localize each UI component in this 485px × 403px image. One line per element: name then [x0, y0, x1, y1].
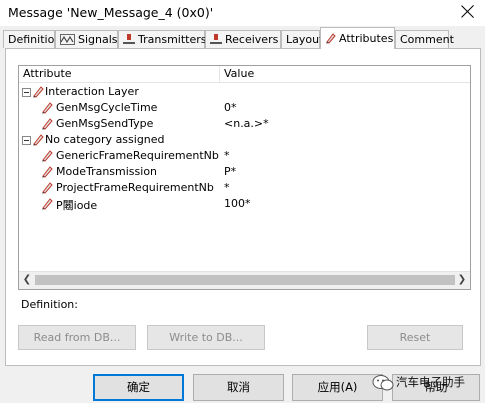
apply-button[interactable]: 应用(A)	[292, 374, 383, 401]
attribute-row[interactable]: GenMsgSendType <n.a.>*	[19, 116, 470, 132]
attribute-row[interactable]: ModeTransmission P*	[19, 164, 470, 180]
tab-receivers[interactable]: Receivers	[205, 30, 281, 48]
group-row[interactable]: Interaction Layer	[19, 84, 470, 100]
tab-label: Signals	[78, 33, 118, 46]
pen-icon	[41, 197, 53, 210]
group-label: No category assigned	[45, 133, 165, 146]
attribute-value[interactable]: *	[224, 149, 230, 162]
tab-label: Layout	[286, 33, 324, 46]
tab-layout[interactable]: Layout	[281, 30, 324, 48]
definition-label: Definition:	[21, 298, 78, 311]
scroll-right-icon[interactable]: ❯	[456, 274, 468, 286]
signals-icon	[60, 34, 75, 48]
scroll-left-icon[interactable]: ❮	[21, 274, 33, 286]
tab-signals[interactable]: Signals	[55, 30, 118, 48]
attribute-name: P闂iode	[56, 199, 98, 212]
collapse-icon[interactable]	[22, 88, 31, 97]
tab-label: Transmitters	[138, 33, 207, 46]
tab-label: Comment	[400, 33, 454, 46]
attribute-name: ProjectFrameRequirementNb	[56, 181, 214, 194]
wechat-icon	[372, 374, 394, 392]
transmitter-icon	[123, 34, 135, 48]
attribute-name: GenMsgCycleTime	[56, 101, 158, 114]
column-header-value[interactable]: Value	[224, 67, 254, 80]
close-icon[interactable]	[461, 4, 475, 18]
watermark-text: 汽车电子助手	[396, 375, 465, 389]
attribute-value[interactable]: *	[224, 181, 230, 194]
tab-bar: Definition Signals Transmitters Receiver…	[0, 26, 485, 49]
column-header-attribute[interactable]: Attribute	[23, 67, 72, 80]
collapse-icon[interactable]	[22, 136, 31, 145]
attribute-value[interactable]: P*	[224, 165, 236, 178]
pen-icon	[32, 85, 44, 98]
group-label: Interaction Layer	[45, 85, 139, 98]
attribute-name: GenericFrameRequirementNb	[56, 149, 219, 162]
attribute-row[interactable]: ProjectFrameRequirementNb *	[19, 180, 470, 196]
pen-icon	[32, 133, 44, 146]
horizontal-scrollbar[interactable]: ❮ ❯	[19, 271, 470, 289]
tab-label: Receivers	[225, 33, 279, 46]
attribute-row[interactable]: GenMsgCycleTime 0*	[19, 100, 470, 116]
tab-label: Definition	[8, 33, 62, 46]
attribute-name: GenMsgSendType	[56, 117, 154, 130]
title-bar: Message 'New_Message_4 (0x0)'	[0, 0, 485, 26]
tab-attributes[interactable]: Attributes	[320, 27, 395, 49]
pen-icon	[41, 149, 53, 162]
attribute-value[interactable]: <n.a.>*	[224, 117, 269, 130]
attribute-value[interactable]: 0*	[224, 101, 237, 114]
attributes-panel: Attribute Value Interaction Layer GenMsg…	[5, 48, 481, 366]
pen-icon	[325, 32, 336, 47]
ok-button[interactable]: 确定	[93, 374, 184, 401]
pen-icon	[41, 117, 53, 130]
group-row[interactable]: No category assigned	[19, 132, 470, 148]
column-divider[interactable]	[219, 66, 220, 82]
attribute-value[interactable]: 100*	[224, 197, 251, 210]
tab-comment[interactable]: Comment	[395, 30, 454, 48]
watermark: 汽车电子助手	[372, 372, 485, 394]
cancel-button[interactable]: 取消	[193, 374, 284, 401]
pen-icon	[41, 181, 53, 194]
window-title: Message 'New_Message_4 (0x0)'	[8, 5, 214, 20]
attribute-row[interactable]: P闂iode 100*	[19, 196, 470, 212]
tab-transmitters[interactable]: Transmitters	[118, 30, 207, 48]
pen-icon	[41, 165, 53, 178]
tab-label: Attributes	[339, 32, 394, 45]
attributes-grid[interactable]: Attribute Value Interaction Layer GenMsg…	[18, 65, 471, 290]
read-from-db-button[interactable]: Read from DB...	[18, 325, 136, 350]
scroll-thumb[interactable]	[35, 275, 455, 285]
write-to-db-button[interactable]: Write to DB...	[147, 325, 265, 350]
grid-header: Attribute Value	[19, 66, 470, 83]
tab-definition[interactable]: Definition	[3, 30, 61, 48]
receiver-icon	[210, 34, 222, 48]
attribute-row[interactable]: GenericFrameRequirementNb *	[19, 148, 470, 164]
attribute-name: ModeTransmission	[56, 165, 158, 178]
pen-icon	[41, 101, 53, 114]
reset-button[interactable]: Reset	[367, 325, 463, 350]
